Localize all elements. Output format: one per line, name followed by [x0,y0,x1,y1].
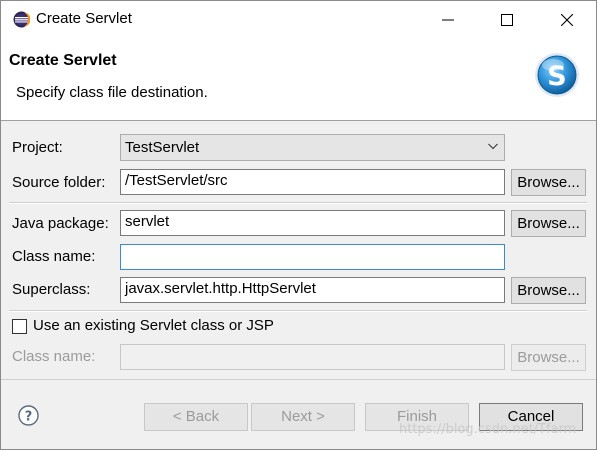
minimize-icon [442,19,454,20]
minimize-button[interactable] [419,1,477,38]
button-bar-separator [1,379,596,380]
svg-text:S: S [547,61,566,92]
chevron-down-icon [488,143,498,150]
existing-class-browse-button: Browse... [511,344,586,371]
project-select[interactable]: TestServlet [120,134,505,161]
source-folder-label: Source folder: [12,174,106,191]
separator [9,310,587,312]
project-label: Project: [12,139,63,156]
next-button[interactable]: Next > [251,403,355,431]
eclipse-icon [13,11,30,28]
wizard-banner: Create Servlet Specify class file destin… [1,38,596,121]
banner-title: Create Servlet [9,52,117,69]
source-folder-browse-button[interactable]: Browse... [511,169,586,196]
close-button[interactable] [538,1,596,38]
java-package-label: Java package: [12,215,109,232]
svg-text:?: ? [25,410,33,425]
maximize-icon [501,13,513,26]
project-select-value: TestServlet [125,139,200,156]
maximize-button[interactable] [478,1,536,38]
close-icon [561,13,573,26]
java-package-field[interactable]: servlet [120,210,505,236]
banner-description: Specify class file destination. [16,84,208,101]
superclass-field[interactable]: javax.servlet.http.HttpServlet [120,277,505,303]
use-existing-label[interactable]: Use an existing Servlet class or JSP [33,317,274,334]
back-button[interactable]: < Back [144,403,248,431]
separator [9,202,587,204]
existing-class-name-field [120,344,505,370]
create-servlet-dialog: Create Servlet Create Servlet Specify cl… [0,0,597,450]
source-folder-field[interactable]: /TestServlet/src [120,169,505,195]
use-existing-checkbox[interactable] [12,319,27,334]
window-title: Create Servlet [36,10,132,27]
superclass-label: Superclass: [12,281,91,298]
java-package-browse-button[interactable]: Browse... [511,210,586,237]
existing-class-name-label: Class name: [12,348,96,365]
title-bar: Create Servlet [1,1,596,38]
superclass-browse-button[interactable]: Browse... [511,277,586,304]
class-name-field[interactable] [120,244,505,270]
watermark: https://blog.csdn.net/Tfarm [399,422,577,437]
class-name-label: Class name: [12,248,96,265]
help-icon[interactable]: ? [18,405,39,426]
servlet-logo-icon: S [535,53,579,97]
